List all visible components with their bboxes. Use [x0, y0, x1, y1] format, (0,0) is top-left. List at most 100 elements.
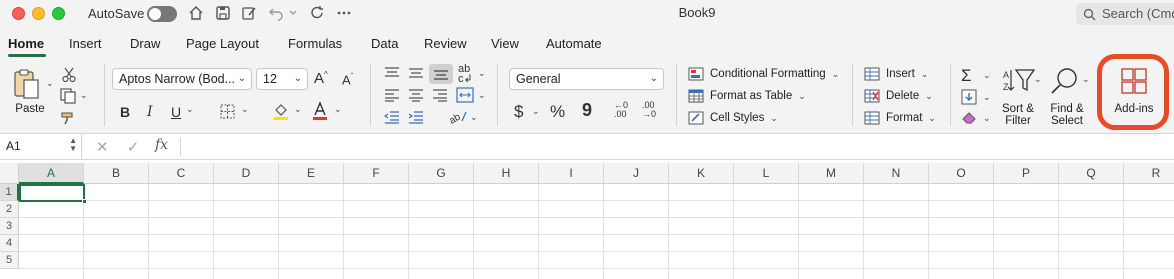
row-header-3[interactable]: 3: [0, 218, 19, 235]
merge-center-icon[interactable]: [456, 87, 474, 108]
fill-handle[interactable]: [82, 199, 87, 204]
borders-icon[interactable]: [220, 104, 235, 124]
decrease-font-size-icon[interactable]: Aˇ: [342, 72, 353, 87]
column-header-f[interactable]: F: [344, 163, 409, 184]
conditional-formatting-button[interactable]: Conditional Formatting ⌄: [688, 67, 839, 81]
column-header-g[interactable]: G: [409, 163, 474, 184]
wrap-text-dropdown-icon[interactable]: ⌄: [478, 68, 486, 79]
column-header-a[interactable]: A: [19, 163, 84, 184]
italic-button[interactable]: I: [147, 104, 153, 120]
currency-dropdown-icon[interactable]: ⌄: [532, 106, 540, 117]
copy-dropdown-icon[interactable]: ⌄: [80, 90, 88, 101]
fill-icon[interactable]: [961, 89, 977, 110]
column-header-m[interactable]: M: [799, 163, 864, 184]
redo-icon[interactable]: [307, 3, 327, 23]
wrap-text-icon[interactable]: ab c↲: [458, 64, 473, 85]
column-header-r[interactable]: R: [1124, 163, 1174, 184]
align-top-icon[interactable]: [384, 66, 400, 85]
tab-insert[interactable]: Insert: [69, 36, 102, 51]
cut-icon[interactable]: [62, 67, 76, 88]
decrease-decimal-icon[interactable]: .00 →0: [642, 101, 656, 119]
column-header-i[interactable]: I: [539, 163, 604, 184]
column-header-d[interactable]: D: [214, 163, 279, 184]
spreadsheet-grid[interactable]: ABCDEFGHIJKLMNOPQR 12345: [0, 163, 1174, 279]
increase-font-size-icon[interactable]: A^: [314, 70, 328, 87]
align-middle-icon[interactable]: [408, 66, 424, 85]
align-bottom-button[interactable]: [429, 64, 453, 84]
cancel-icon[interactable]: ✕: [96, 139, 109, 156]
search-input[interactable]: Search (Cmd: [1076, 3, 1174, 25]
row-header-5[interactable]: 5: [0, 252, 19, 269]
column-header-o[interactable]: O: [929, 163, 994, 184]
align-left-icon[interactable]: [384, 88, 400, 107]
insert-cells-button[interactable]: Insert ⌄: [864, 67, 928, 81]
fill-color-dropdown-icon[interactable]: ⌄: [294, 104, 302, 115]
cell-styles-button[interactable]: Cell Styles ⌄: [688, 111, 778, 125]
tab-data[interactable]: Data: [371, 36, 398, 51]
format-as-table-button[interactable]: Format as Table ⌄: [688, 89, 806, 103]
font-color-dropdown-icon[interactable]: ⌄: [334, 104, 342, 115]
active-cell[interactable]: [19, 184, 85, 202]
fill-dropdown-icon[interactable]: ⌄: [983, 92, 991, 103]
orientation-dropdown-icon[interactable]: ⌄: [470, 112, 478, 123]
sort-filter-dropdown-icon[interactable]: ⌄: [1034, 74, 1042, 85]
tab-home[interactable]: Home: [8, 36, 44, 51]
more-icon[interactable]: [334, 3, 354, 23]
align-right-icon[interactable]: [432, 88, 448, 107]
format-cells-button[interactable]: Format ⌄: [864, 111, 936, 125]
tab-automate[interactable]: Automate: [546, 36, 602, 51]
increase-decimal-icon[interactable]: ←0.00: [614, 101, 628, 119]
column-header-k[interactable]: K: [669, 163, 734, 184]
column-header-e[interactable]: E: [279, 163, 344, 184]
undo-dropdown-icon[interactable]: [287, 3, 299, 23]
enter-icon[interactable]: ✓: [127, 139, 140, 156]
column-header-n[interactable]: N: [864, 163, 929, 184]
column-header-j[interactable]: J: [604, 163, 669, 184]
percent-button[interactable]: %: [550, 102, 565, 122]
tab-page-layout[interactable]: Page Layout: [186, 36, 259, 51]
autosum-icon[interactable]: Σ: [961, 66, 972, 86]
row-header-4[interactable]: 4: [0, 235, 19, 252]
column-header-p[interactable]: P: [994, 163, 1059, 184]
font-name-dropdown[interactable]: Aptos Narrow (Bod... ⌄: [112, 68, 252, 90]
copy-icon[interactable]: [60, 88, 78, 109]
align-center-icon[interactable]: [408, 88, 424, 107]
column-header-q[interactable]: Q: [1059, 163, 1124, 184]
clear-icon[interactable]: [961, 110, 979, 129]
name-box-stepper-icon[interactable]: ▲ ▼: [69, 137, 77, 153]
insert-function-button[interactable]: fx: [155, 137, 168, 153]
font-size-dropdown[interactable]: 12 ⌄: [256, 68, 308, 90]
save-icon[interactable]: [213, 3, 233, 23]
edit-icon[interactable]: [239, 3, 259, 23]
autosave-toggle[interactable]: [147, 6, 177, 22]
clear-dropdown-icon[interactable]: ⌄: [983, 113, 991, 124]
fill-color-icon[interactable]: [272, 101, 290, 126]
borders-dropdown-icon[interactable]: ⌄: [241, 104, 249, 115]
sort-filter-button[interactable]: A Z: [1002, 66, 1036, 101]
home-icon[interactable]: [186, 3, 206, 23]
comma-style-button[interactable]: 9: [582, 100, 592, 121]
orientation-icon[interactable]: ab: [447, 108, 468, 129]
paste-dropdown-icon[interactable]: ⌄: [46, 78, 54, 89]
minimize-window-button[interactable]: [32, 7, 45, 20]
bold-button[interactable]: B: [120, 104, 130, 120]
formula-input[interactable]: [188, 134, 1174, 160]
close-window-button[interactable]: [12, 7, 25, 20]
tab-review[interactable]: Review: [424, 36, 467, 51]
tab-draw[interactable]: Draw: [130, 36, 160, 51]
autosum-dropdown-icon[interactable]: ⌄: [983, 70, 991, 81]
column-header-h[interactable]: H: [474, 163, 539, 184]
row-header-2[interactable]: 2: [0, 201, 19, 218]
column-header-b[interactable]: B: [84, 163, 149, 184]
find-select-dropdown-icon[interactable]: ⌄: [1082, 74, 1090, 85]
select-all-button[interactable]: [0, 163, 19, 184]
undo-icon[interactable]: [266, 3, 286, 23]
underline-button[interactable]: U: [171, 104, 181, 120]
underline-dropdown-icon[interactable]: ⌄: [186, 104, 194, 115]
find-select-button[interactable]: [1050, 66, 1080, 101]
number-format-dropdown[interactable]: General ⌄: [509, 68, 664, 90]
tab-view[interactable]: View: [491, 36, 519, 51]
column-header-c[interactable]: C: [149, 163, 214, 184]
paste-button[interactable]: [12, 68, 42, 100]
increase-indent-icon[interactable]: [408, 110, 424, 129]
